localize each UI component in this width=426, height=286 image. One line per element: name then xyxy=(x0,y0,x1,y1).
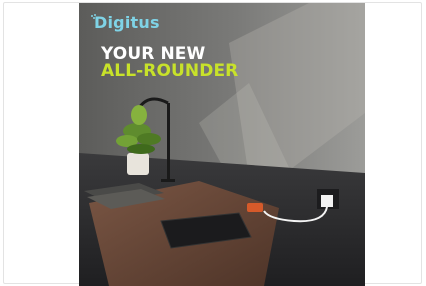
product-ad-image[interactable]: Digitus YOUR NEW ALL-ROUNDER xyxy=(79,3,365,286)
ad-headline: YOUR NEW ALL-ROUNDER xyxy=(101,46,238,80)
image-viewer: Digitus YOUR NEW ALL-ROUNDER xyxy=(0,0,426,286)
headline-line-2: ALL-ROUNDER xyxy=(101,61,239,81)
brand-logo: Digitus xyxy=(94,13,160,32)
